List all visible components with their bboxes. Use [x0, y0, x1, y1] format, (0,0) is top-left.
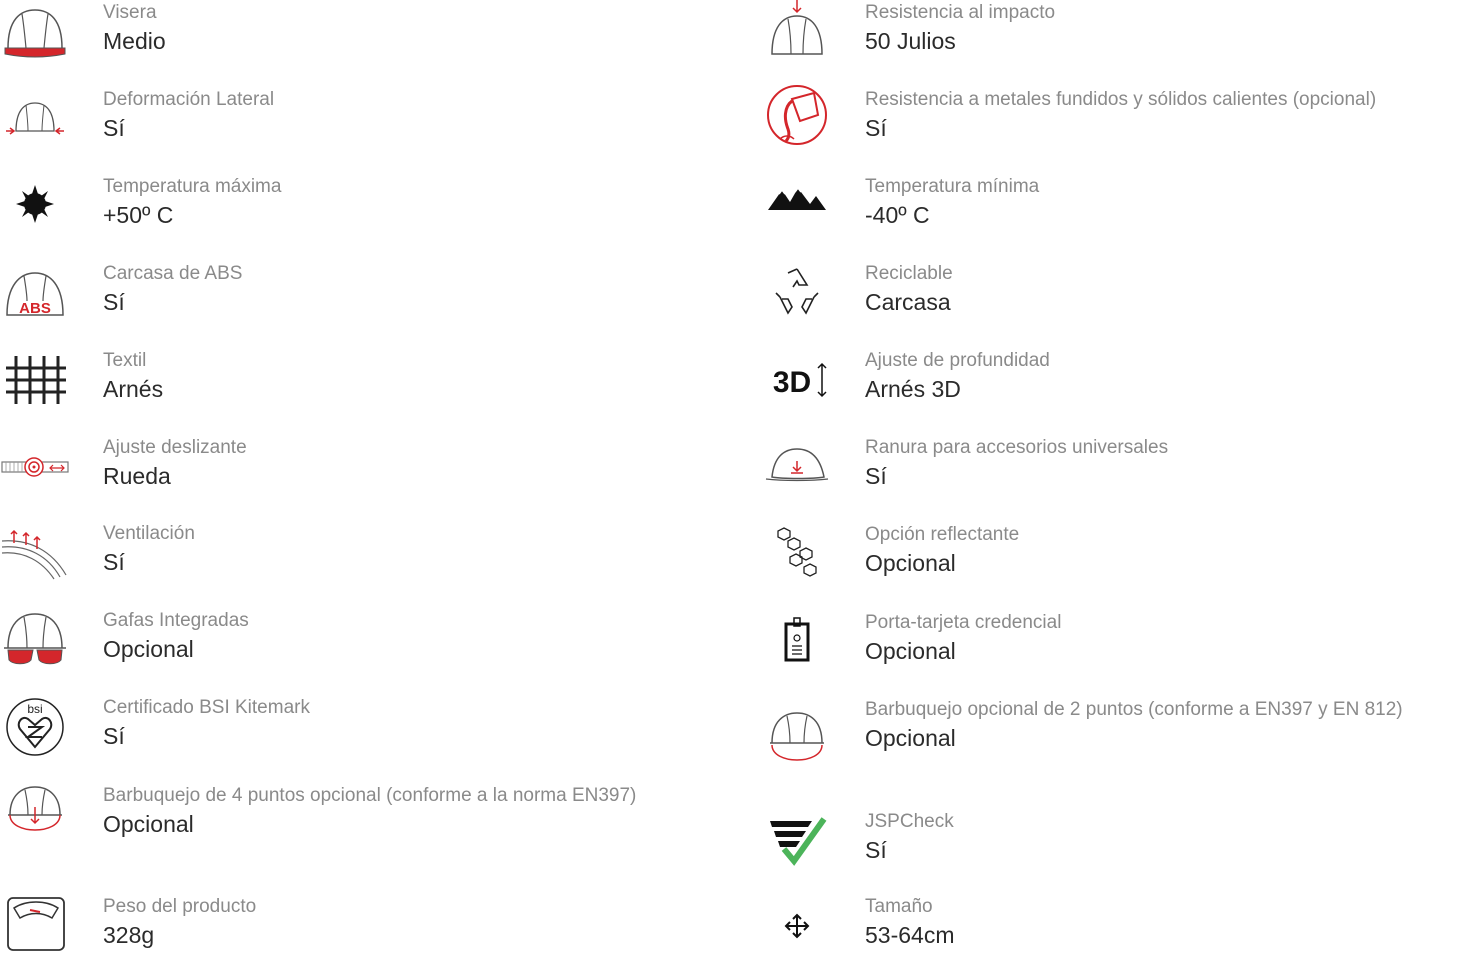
reflective-hexagon-icon: [762, 524, 832, 594]
textile-weave-icon: [0, 350, 70, 420]
bsi-text: bsi: [27, 702, 42, 716]
feature-value: 328g: [103, 922, 155, 948]
helmet-2point-chinstrap-icon: [762, 709, 832, 779]
feature-label: Textil: [103, 350, 147, 371]
feature-label: Barbuquejo opcional de 2 puntos (conform…: [865, 699, 1403, 720]
feature-value: +50º C: [103, 202, 174, 228]
bsi-kitemark-icon: bsi: [0, 697, 70, 767]
3d-depth-adjust-icon: 3D: [762, 350, 832, 420]
feature-label: Visera: [103, 2, 157, 23]
feature-label: Ranura para accesorios universales: [865, 437, 1169, 458]
feature-label: Reciclable: [865, 263, 953, 284]
feature-value: 53-64cm: [865, 922, 955, 948]
feature-value: Sí: [103, 549, 125, 575]
ventilation-icon: [0, 523, 70, 593]
feature-value: Medio: [103, 28, 166, 54]
feature-label: Barbuquejo de 4 puntos opcional (conform…: [103, 785, 637, 806]
feature-label: Opción reflectante: [865, 524, 1020, 545]
mountains-cold-icon: [762, 176, 832, 246]
feature-value: Sí: [865, 837, 887, 863]
feature-label: Tamaño: [865, 896, 933, 917]
feature-value: 50 Julios: [865, 28, 956, 54]
feature-value: Opcional: [865, 725, 956, 751]
feature-value: Sí: [865, 115, 887, 141]
feature-label: Ventilación: [103, 523, 195, 544]
feature-value: Sí: [103, 289, 125, 315]
abs-badge: ABS: [19, 300, 51, 317]
feature-value: Opcional: [865, 550, 956, 576]
feature-value: Opcional: [103, 811, 194, 837]
feature-value: Opcional: [103, 636, 194, 662]
helmet-impact-icon: [762, 0, 832, 72]
molten-metal-icon: [762, 85, 832, 159]
jspcheck-icon: [762, 811, 832, 881]
feature-label: Resistencia al impacto: [865, 2, 1056, 23]
feature-label: Carcasa de ABS: [103, 263, 243, 284]
weighing-scale-icon: [0, 896, 70, 966]
feature-value: Sí: [103, 115, 125, 141]
feature-label: Gafas Integradas: [103, 610, 249, 631]
size-arrows-icon: [762, 896, 832, 966]
feature-label: Resistencia a metales fundidos y sólidos…: [865, 89, 1377, 110]
feature-value: Sí: [103, 723, 125, 749]
feature-label: Temperatura mínima: [865, 176, 1040, 197]
feature-value: Opcional: [865, 638, 956, 664]
abs-helmet-icon: ABS: [0, 263, 70, 333]
feature-value: Carcasa: [865, 289, 951, 315]
3d-badge: 3D: [773, 366, 811, 399]
helmet-goggles-icon: [0, 610, 70, 680]
badge-holder-icon: [762, 612, 832, 682]
feature-label: Deformación Lateral: [103, 89, 275, 110]
feature-label: JSPCheck: [865, 811, 954, 832]
recycle-icon: [762, 263, 832, 333]
helmet-visor-icon: [0, 2, 70, 72]
accessory-slot-icon: [762, 437, 832, 507]
wheel-ratchet-icon: [0, 437, 70, 507]
feature-value: Arnés 3D: [865, 376, 961, 402]
feature-value: Arnés: [103, 376, 164, 402]
feature-value: Sí: [865, 463, 887, 489]
feature-label: Certificado BSI Kitemark: [103, 697, 310, 718]
feature-label: Temperatura máxima: [103, 176, 282, 197]
feature-value: Rueda: [103, 463, 171, 489]
feature-value: -40º C: [865, 202, 930, 228]
feature-label: Ajuste deslizante: [103, 437, 247, 458]
sun-heat-icon: [0, 176, 70, 246]
feature-label: Ajuste de profundidad: [865, 350, 1050, 371]
helmet-lateral-deformation-icon: [0, 89, 70, 159]
feature-label: Peso del producto: [103, 896, 257, 917]
feature-label: Porta-tarjeta credencial: [865, 612, 1062, 633]
helmet-4point-chinstrap-icon: [0, 785, 70, 855]
